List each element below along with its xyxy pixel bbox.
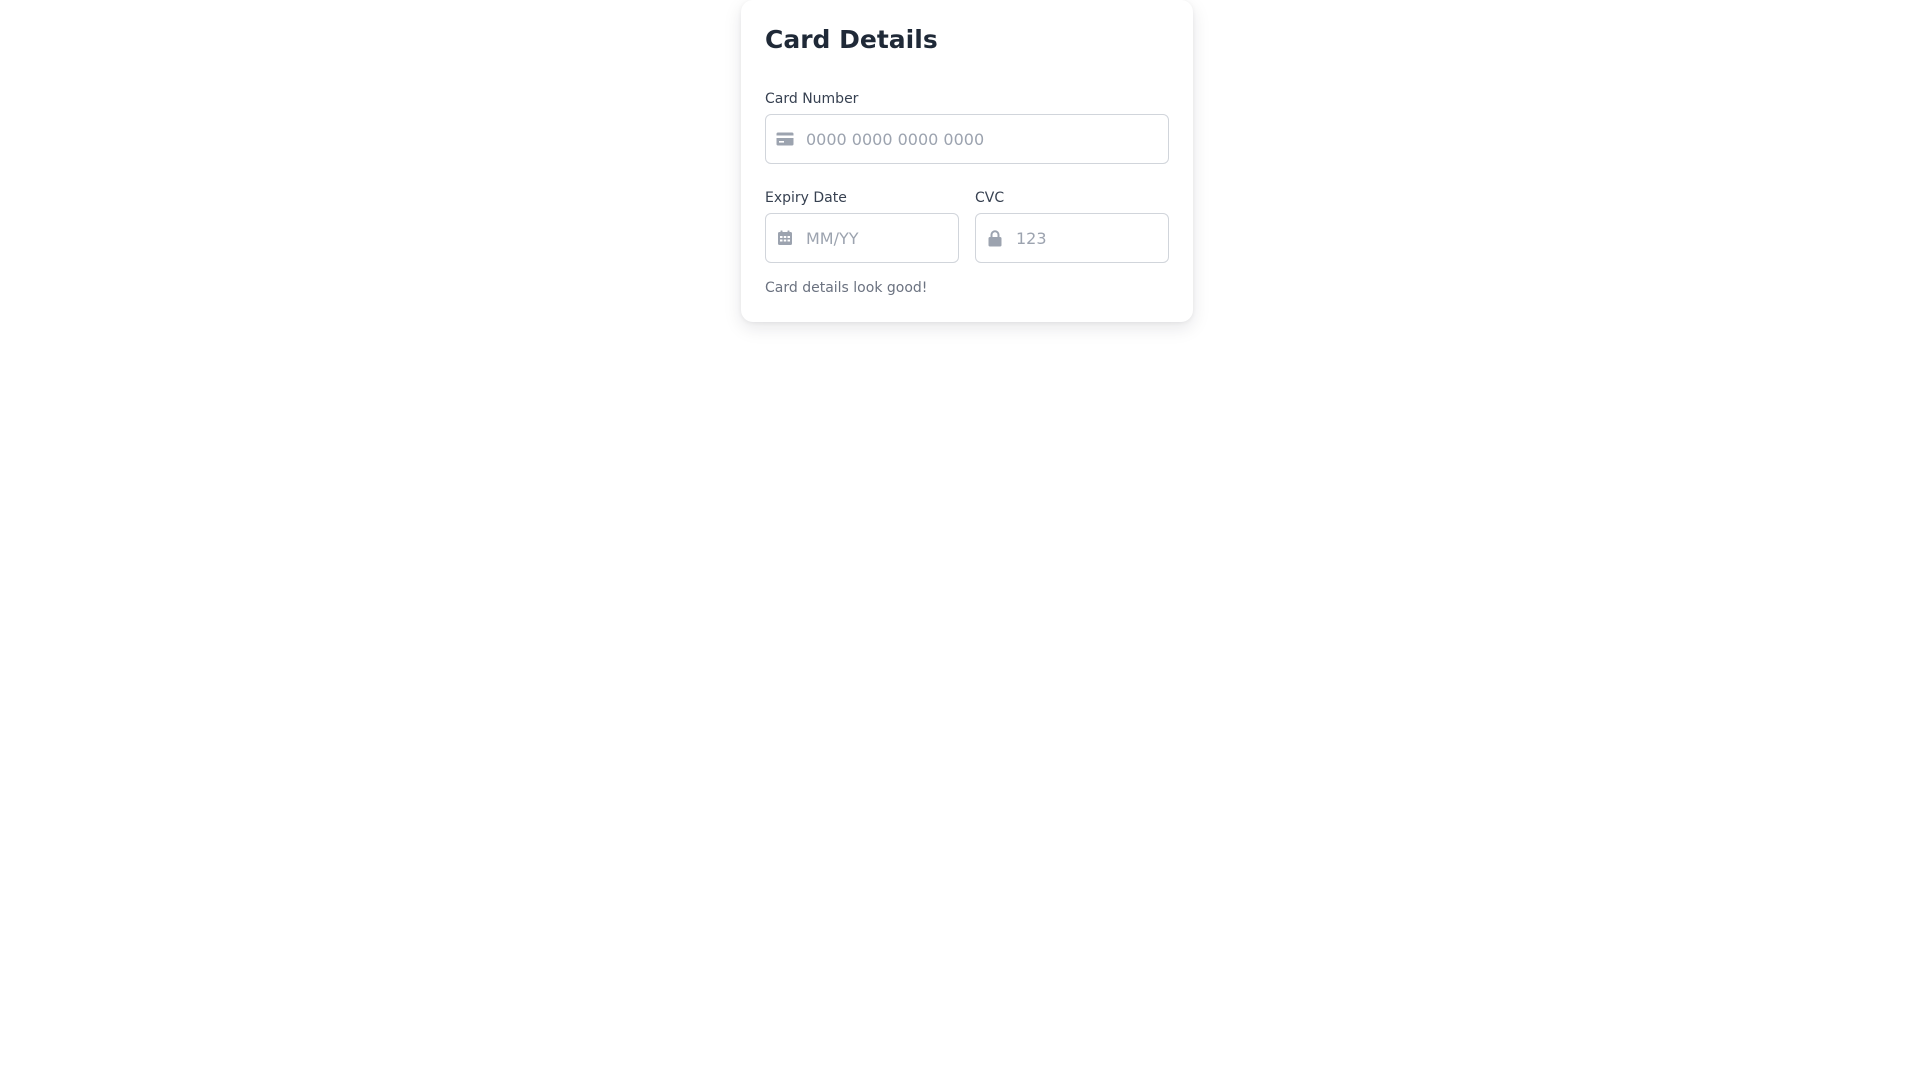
credit-card-icon — [776, 130, 794, 148]
cvc-input-wrapper[interactable] — [975, 213, 1169, 263]
status-message: Card details look good! — [765, 280, 928, 296]
page-title: Card Details — [765, 25, 938, 54]
card-number-input[interactable] — [806, 115, 1158, 163]
expiry-date-label: Expiry Date — [765, 190, 847, 206]
card-number-input-wrapper[interactable] — [765, 114, 1169, 164]
expiry-input-wrapper[interactable] — [765, 213, 959, 263]
expiry-date-input[interactable] — [806, 214, 948, 262]
card-details-panel: Card Details Card Number Expiry Date — [741, 0, 1193, 322]
card-number-field-group: Card Number — [765, 90, 1169, 164]
lock-icon — [986, 229, 1004, 247]
expiry-field-group: Expiry Date — [765, 189, 959, 263]
card-number-label: Card Number — [765, 91, 859, 107]
cvc-field-group: CVC — [975, 189, 1169, 263]
cvc-label: CVC — [975, 190, 1005, 206]
calendar-icon — [776, 229, 794, 247]
cvc-input[interactable] — [1016, 214, 1158, 262]
